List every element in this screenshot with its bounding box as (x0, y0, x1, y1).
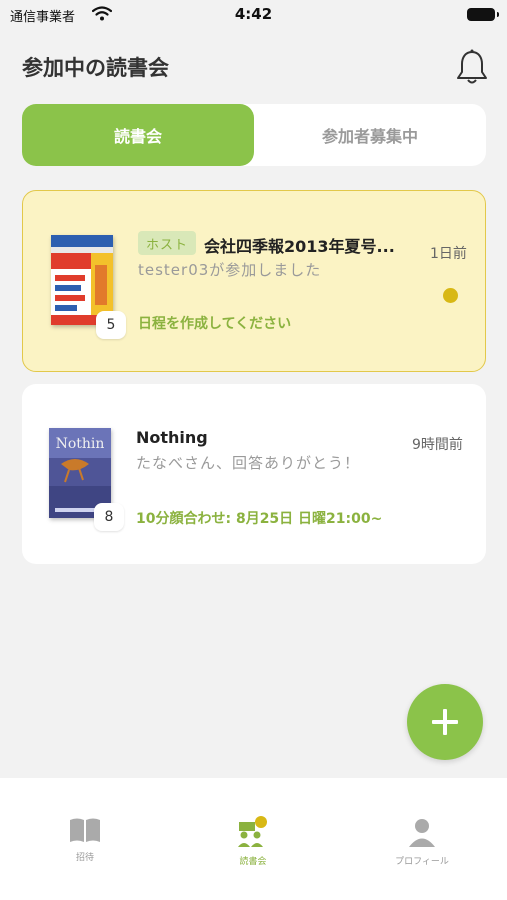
book-club-card[interactable]: 5 ホスト 会社四季報2013年夏号... 1日前 tester03が参加しまし… (22, 190, 486, 372)
member-count-badge: 8 (94, 503, 124, 531)
book-club-card[interactable]: Nothin 8 Nothing 9時間前 たなべさん、回答ありがとう！ 10分… (22, 384, 486, 564)
segment-tabs: 読書会 参加者募集中 (22, 104, 486, 166)
unread-indicator (443, 288, 458, 303)
person-icon (409, 819, 435, 847)
card-action-text: 日程を作成してください (138, 316, 292, 332)
card-message: tester03が参加しました (138, 261, 322, 279)
card-timestamp: 9時間前 (412, 437, 463, 453)
tab-book-club[interactable]: 読書会 (22, 104, 254, 166)
battery-icon (467, 8, 499, 21)
card-timestamp: 1日前 (430, 246, 467, 262)
svg-text:Nothin: Nothin (56, 436, 105, 452)
page-title: 参加中の読書会 (22, 56, 169, 80)
tab-recruiting[interactable]: 参加者募集中 (254, 104, 486, 166)
nav-label: 招待 (75, 853, 94, 863)
group-icon (238, 816, 267, 847)
member-count-badge: 5 (96, 311, 126, 339)
nav-item-profile[interactable]: プロフィール (372, 816, 472, 867)
card-title: Nothing (136, 428, 208, 447)
add-button[interactable] (407, 684, 483, 760)
book-open-icon (70, 818, 100, 842)
card-title: 会社四季報2013年夏号... (204, 237, 395, 256)
bell-icon[interactable] (455, 48, 489, 86)
host-badge: ホスト (138, 231, 197, 255)
bottom-nav: 招待 読書会 プロフィール (0, 778, 507, 900)
card-action-text: 10分顔合わせ: 8月25日 日曜21:00~ (136, 511, 383, 527)
nav-label: 読書会 (239, 857, 267, 867)
nav-item-book-club[interactable]: 読書会 (203, 816, 303, 867)
status-bar: 通信事業者 4:42 (0, 0, 507, 30)
plus-icon (432, 709, 458, 735)
nav-label: プロフィール (395, 857, 449, 867)
status-time: 4:42 (234, 5, 273, 23)
card-message: たなべさん、回答ありがとう！ (136, 454, 361, 472)
nav-item-invite[interactable]: 招待 (35, 816, 135, 863)
